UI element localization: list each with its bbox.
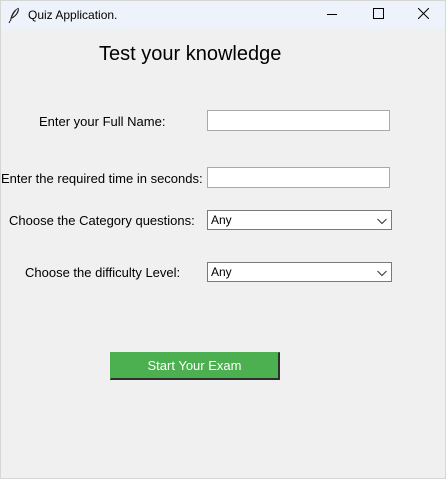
time-seconds-input[interactable]: [207, 167, 390, 188]
category-selected-value: Any: [211, 213, 232, 227]
time-label: Enter the required time in seconds:: [1, 171, 203, 186]
minimize-icon: [327, 6, 337, 24]
full-name-label: Enter your Full Name:: [39, 114, 166, 129]
difficulty-selected-value: Any: [211, 265, 232, 279]
quiz-window: Quiz Application. Test your knowledge En…: [0, 0, 446, 479]
maximize-icon: [372, 6, 384, 24]
start-exam-button[interactable]: Start Your Exam: [110, 352, 280, 380]
difficulty-dropdown[interactable]: Any: [207, 262, 392, 282]
chevron-down-icon[interactable]: [376, 214, 388, 226]
full-name-input[interactable]: [207, 110, 390, 131]
title-bar[interactable]: Quiz Application.: [1, 1, 445, 29]
chevron-down-icon[interactable]: [376, 266, 388, 278]
minimize-button[interactable]: [309, 1, 355, 29]
window-title: Quiz Application.: [28, 8, 118, 22]
maximize-button[interactable]: [355, 1, 401, 29]
close-icon: [417, 6, 429, 24]
category-label: Choose the Category questions:: [9, 213, 195, 228]
page-title: Test your knowledge: [99, 43, 282, 65]
category-dropdown[interactable]: Any: [207, 210, 392, 230]
feather-icon: [8, 7, 20, 24]
close-button[interactable]: [400, 1, 445, 29]
difficulty-label: Choose the difficulty Level:: [25, 265, 181, 280]
